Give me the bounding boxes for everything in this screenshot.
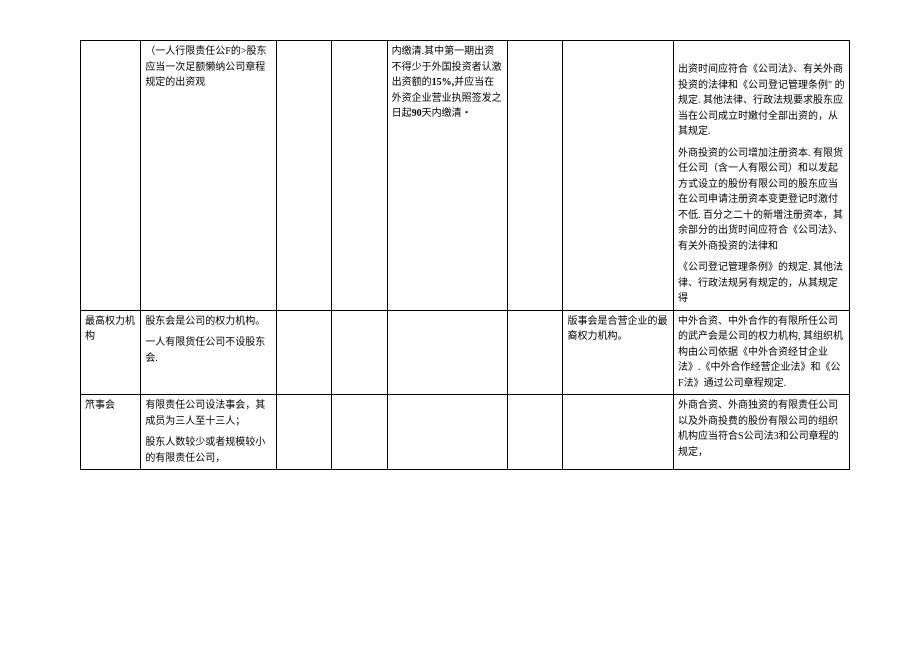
cell-r2c7: 版事会是合营企业的最裔权力机构。 xyxy=(563,310,674,395)
cell-r2c6 xyxy=(508,310,563,395)
cell-r2c8: 中外合资、中外合作的有限所任公司的武产会是公司的权力机构, 其组织机构由公司依据… xyxy=(674,310,850,395)
paragraph: 股东会是公司的权力机构。 xyxy=(145,314,272,330)
paragraph: 一人有限货任公司不设股东会. xyxy=(145,335,272,366)
paragraph: 外商投资的公司增加注册资本. 有限货任公司（含一人有限公司）和以发起方式设立的股… xyxy=(678,146,845,255)
bold-text: 15%, xyxy=(432,77,455,88)
cell-r1c3 xyxy=(277,41,332,311)
cell-r3c1: 笊事会 xyxy=(81,395,141,470)
cell-r3c2: 有限责任公司设法事会，其成员为三人至十三人； 股东人数较少或者规模较小的有限责任… xyxy=(141,395,277,470)
cell-r3c4 xyxy=(332,395,387,470)
cell-r3c3 xyxy=(277,395,332,470)
cell-r3c7 xyxy=(563,395,674,470)
cell-r2c4 xyxy=(332,310,387,395)
table-row: 笊事会 有限责任公司设法事会，其成员为三人至十三人； 股东人数较少或者规模较小的… xyxy=(81,395,850,470)
bold-text: 90 xyxy=(412,108,422,119)
cell-r1c8: 出资时间应符合《公司法》、有关外商投资的法律和《公司登记管理条例" 的规定. 其… xyxy=(674,41,850,311)
cell-r3c6 xyxy=(508,395,563,470)
cell-r3c5 xyxy=(387,395,508,470)
cell-r2c5 xyxy=(387,310,508,395)
document-table: （一人行限责任公F的>股东应当一次足额懒纳公司章程规定的出资观 内缴清.其中第一… xyxy=(80,40,850,470)
cell-r2c1: 最高权力机构 xyxy=(81,310,141,395)
cell-r2c3 xyxy=(277,310,332,395)
cell-r3c8: 外商合资、外商独资的有限责任公司以及外商投费的股份有限公司的组织机构应当符合S公… xyxy=(674,395,850,470)
cell-r1c5: 内缴清.其中第一期出资不得少于外国投资者认激出资额的15%,并应当在外资企业营业… xyxy=(387,41,508,311)
cell-r1c1 xyxy=(81,41,141,311)
paragraph: 《公司登记管理条例》的规定. 其他法律、行政法规另有规定的，从其规定得 xyxy=(678,260,845,307)
paragraph: 股东人数较少或者规模较小的有限责任公司， xyxy=(145,435,272,466)
cell-r1c2: （一人行限责任公F的>股东应当一次足额懒纳公司章程规定的出资观 xyxy=(141,41,277,311)
cell-r1c4 xyxy=(332,41,387,311)
cell-r2c2: 股东会是公司的权力机构。 一人有限货任公司不设股东会. xyxy=(141,310,277,395)
text: 天内缴清・ xyxy=(422,108,472,119)
cell-r1c7 xyxy=(563,41,674,311)
table-row: （一人行限责任公F的>股东应当一次足额懒纳公司章程规定的出资观 内缴清.其中第一… xyxy=(81,41,850,311)
table-row: 最高权力机构 股东会是公司的权力机构。 一人有限货任公司不设股东会. 版事会是合… xyxy=(81,310,850,395)
paragraph: 出资时间应符合《公司法》、有关外商投资的法律和《公司登记管理条例" 的规定. 其… xyxy=(678,62,845,140)
paragraph: 有限责任公司设法事会，其成员为三人至十三人； xyxy=(145,398,272,429)
cell-r1c6 xyxy=(508,41,563,311)
